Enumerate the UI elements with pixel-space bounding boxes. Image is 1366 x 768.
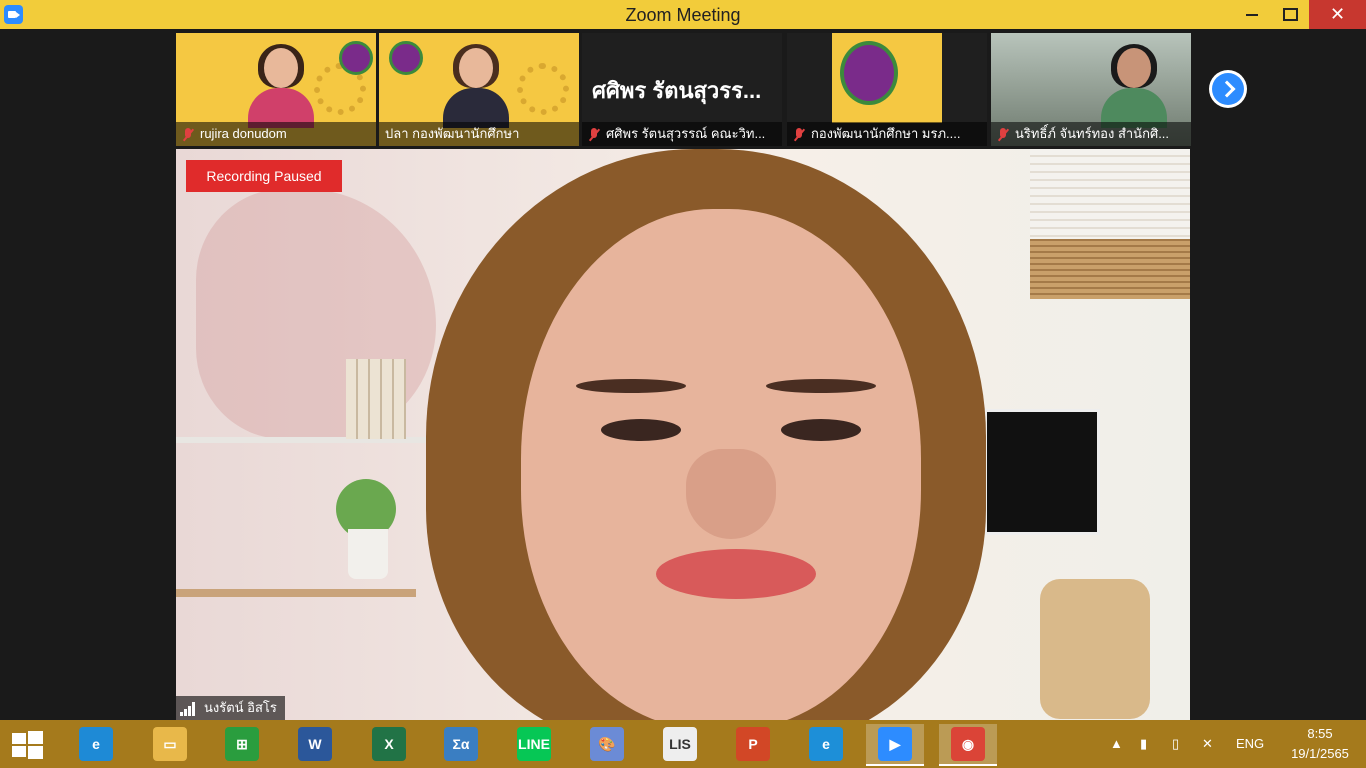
speaker-lips (656, 549, 816, 599)
taskbar-app-line[interactable]: LINE (505, 724, 563, 764)
network-icon[interactable]: ▮ (1140, 720, 1147, 768)
chrome-icon: ◉ (951, 727, 985, 761)
university-seal-icon (339, 41, 373, 75)
background-window-blinds (1030, 239, 1190, 299)
start-button[interactable] (10, 730, 44, 760)
speaker-brow (576, 379, 686, 393)
lisrel-icon: LIS (663, 727, 697, 761)
gear-decoration (517, 63, 569, 115)
powerpoint-icon: P (736, 727, 770, 761)
participant-name: นริทธิ์ภ์ จันทร์ทอง สำนักศิ... (1015, 126, 1170, 141)
speaker-eye (781, 419, 861, 441)
close-button[interactable]: ✕ (1309, 0, 1366, 29)
word-icon: W (298, 727, 332, 761)
volume-muted-icon[interactable]: ✕ (1202, 720, 1213, 768)
taskbar-app-math-input[interactable]: Σα (432, 724, 490, 764)
taskbar-clock[interactable]: 8:55 19/1/2565 (1280, 724, 1360, 764)
taskbar-app-paint[interactable]: 🎨 (578, 724, 636, 764)
recording-status-badge: Recording Paused (186, 160, 342, 192)
window-title: Zoom Meeting (625, 5, 741, 25)
minimize-button[interactable] (1232, 0, 1272, 29)
next-page-button[interactable] (1209, 70, 1247, 108)
background-shelf (176, 437, 466, 443)
battery-icon[interactable]: ▯ (1172, 720, 1179, 768)
participant-tile[interactable]: rujira donudom (176, 33, 376, 146)
minimize-icon (1246, 13, 1258, 16)
internet-explorer-icon: e (79, 727, 113, 761)
participant-name: rujira donudom (200, 126, 287, 141)
background-plant-pot (348, 529, 388, 579)
university-seal-icon (389, 41, 423, 75)
taskbar-app-chrome[interactable]: ◉ (939, 724, 997, 766)
participant-tile[interactable]: ปลา กองพัฒนานักศึกษา (379, 33, 579, 146)
speaker-eye (601, 419, 681, 441)
taskbar-app-edge[interactable]: e (797, 724, 855, 764)
math-input-icon: Σα (444, 727, 478, 761)
participant-video (1099, 44, 1169, 128)
background-monitor (984, 409, 1100, 535)
windows-taskbar: e ▭ ⊞ W X Σα LINE 🎨 LIS Pe ▶ ◉ ▲ ▮ ▯ ✕ ENG 8:55 19/… (0, 720, 1366, 768)
window-titlebar: Zoom Meeting ✕ (0, 0, 1366, 29)
paint-icon: 🎨 (590, 727, 624, 761)
excel-icon: X (372, 727, 406, 761)
background-shelf (176, 589, 416, 597)
zoom-icon: ▶ (878, 727, 912, 761)
speaker-nose (686, 449, 776, 539)
participant-namebar: ศศิพร รัตนสุวรรณ์ คณะวิท... (582, 122, 782, 146)
taskbar-app-store[interactable]: ⊞ (213, 724, 271, 764)
taskbar-app-word[interactable]: W (286, 724, 344, 764)
participant-tile[interactable]: ศศิพร รัตนสุวรร... ศศิพร รัตนสุวรรณ์ คณะ… (582, 33, 782, 146)
participant-video (246, 44, 316, 128)
background-books (346, 359, 406, 439)
taskbar-app-internet-explorer[interactable]: e (67, 724, 125, 764)
close-icon: ✕ (1329, 4, 1346, 24)
participant-name: ศศิพร รัตนสุวรรณ์ คณะวิท... (606, 126, 766, 141)
participant-name: กองพัฒนานักศึกษา มรภ.... (811, 126, 961, 141)
participant-tile[interactable]: กองพัฒนานักศึกษา มรภ.... (787, 33, 987, 146)
participant-name: ปลา กองพัฒนานักศึกษา (385, 126, 520, 141)
speaker-name: นงรัตน์ อิสโร (204, 700, 277, 715)
taskbar-app-excel[interactable]: X (360, 724, 418, 764)
clock-date: 19/1/2565 (1291, 746, 1349, 761)
taskbar-app-lisrel[interactable]: LIS (651, 724, 709, 764)
taskbar-app-file-explorer[interactable]: ▭ (141, 724, 199, 764)
connection-signal-icon (180, 701, 198, 716)
taskbar-app-zoom[interactable]: ▶ (866, 724, 924, 766)
line-icon: LINE (517, 727, 551, 761)
show-hidden-icons-button[interactable]: ▲ (1110, 720, 1123, 768)
participant-display-name: ศศิพร รัตนสุวรร... (592, 78, 762, 103)
background-chair (1040, 579, 1150, 719)
edge-icon: e (809, 727, 843, 761)
participant-tile[interactable]: นริทธิ์ภ์ จันทร์ทอง สำนักศิ... (991, 33, 1191, 146)
mic-muted-icon (793, 127, 805, 142)
participant-video (441, 44, 511, 128)
file-explorer-icon: ▭ (153, 727, 187, 761)
maximize-button[interactable] (1270, 0, 1310, 29)
university-seal-icon (840, 41, 898, 105)
input-language[interactable]: ENG (1236, 720, 1264, 768)
taskbar-app-powerpoint[interactable]: P (724, 724, 782, 764)
participant-video (832, 33, 942, 123)
participant-namebar: กองพัฒนานักศึกษา มรภ.... (787, 122, 987, 146)
store-icon: ⊞ (225, 727, 259, 761)
maximize-icon (1282, 8, 1298, 22)
participant-strip: rujira donudom ปลา กองพัฒนานักศึกษา ศศิพ… (0, 29, 1366, 149)
participant-namebar: ปลา กองพัฒนานักศึกษา (379, 122, 579, 146)
clock-time: 8:55 (1307, 726, 1333, 741)
mic-muted-icon (997, 127, 1009, 142)
active-speaker-video: Recording Paused นงรัตน์ อิสโร (176, 149, 1190, 720)
mic-muted-icon (182, 127, 194, 142)
mic-muted-icon (588, 127, 600, 142)
participant-namebar: นริทธิ์ภ์ จันทร์ทอง สำนักศิ... (991, 122, 1191, 146)
speaker-namebar: นงรัตน์ อิสโร (176, 696, 285, 720)
participant-namebar: rujira donudom (176, 122, 376, 146)
speaker-brow (766, 379, 876, 393)
